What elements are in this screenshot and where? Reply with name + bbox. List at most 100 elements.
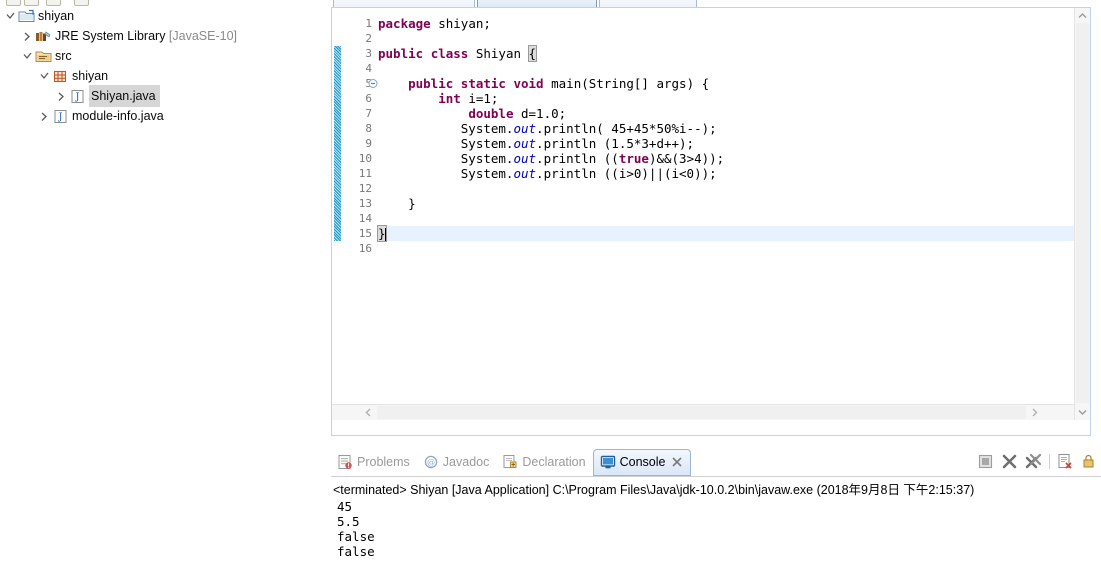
tree-item-label: src [55,49,72,63]
chevron-right-icon[interactable] [1026,405,1043,420]
code-token: true [618,151,649,166]
chevron-right-icon[interactable] [19,26,35,46]
editor-tab-inactive-1[interactable] [333,0,475,7]
code-token: .println (1.5*3+d++); [536,136,695,151]
code-token: i=1; [460,91,499,106]
console-output-line: 5.5 [337,514,360,529]
code-token: out [513,166,537,181]
remove-launch-button[interactable] [1001,453,1018,470]
code-line-6[interactable]: int i=1; [378,91,498,106]
tree-item-src[interactable]: src [0,46,330,66]
chevron-down-icon[interactable] [2,6,18,26]
tree-item-jre-system-library[interactable]: JRE System Library [JavaSE-10] [0,26,330,46]
code-line-1[interactable]: package shiyan; [378,16,491,31]
project-explorer-view: shiyan JRE System Library [JavaSE-10] src s… [0,0,330,578]
code-line-13[interactable]: } [378,196,416,211]
code-token: double [468,106,514,121]
console-toolbar[interactable] [977,450,1101,472]
tree-item-label: module-info.java [72,109,164,123]
code-line-5[interactable]: public static void main(String[] args) { [378,76,709,91]
tree-item-sublabel: [JavaSE-10] [165,29,238,43]
code-token: .println (( [536,151,619,166]
editor-tab-strip[interactable] [331,0,1091,7]
code-token: package [378,16,431,31]
chevron-left-icon[interactable] [360,405,377,420]
remove-all-launches-button[interactable] [1025,453,1042,470]
vscroll-thumb[interactable] [1076,23,1089,403]
console-output-text: 45 5.5 false false [337,499,375,559]
tree-item-label-box: module-info.java [72,106,164,126]
editor-vertical-scrollbar[interactable] [1074,8,1090,420]
code-line-11[interactable]: System.out.println ((i>0)||(i<0)); [378,166,717,181]
line-number: 4 [365,62,372,75]
code-token: .println ((i>0)||(i<0)); [536,166,717,181]
tree-item-label-box: src [55,46,72,66]
line-number-gutter[interactable]: 12345678910111213141516 [341,8,375,420]
code-line-7[interactable]: double d=1.0; [378,106,566,121]
console-output-panel[interactable]: <terminated> Shiyan [Java Application] C… [331,476,1101,579]
toolbar-separator [1049,453,1050,469]
code-line-9[interactable]: System.out.println (1.5*3+d++); [378,136,694,151]
tree-item-label: JRE System Library [55,29,166,43]
chevron-down-icon[interactable] [19,46,35,66]
source-folder-icon [35,48,53,64]
console-icon [600,454,617,470]
current-line-highlight [378,226,1076,241]
code-line-3[interactable]: public class Shiyan { [378,45,538,62]
code-fold-collapse-icon[interactable] [368,76,378,91]
code-line-15[interactable]: } [377,225,387,242]
java-editor[interactable]: 12345678910111213141516 package shiyan;p… [331,7,1091,436]
tree-item-shiyan-java[interactable]: J Shiyan.java [0,85,330,107]
console-output-line: false [337,544,375,559]
code-token: System. [378,151,514,166]
chevron-right-icon[interactable] [53,86,69,106]
console-view-tabs[interactable]: Problems @ Javadoc Declaration Console [331,448,692,476]
view-tab-declaration[interactable]: Declaration [496,449,592,475]
code-token: Shiyan [468,46,529,61]
code-token: public [408,76,454,91]
chevron-down-icon[interactable] [36,66,52,86]
editor-horizontal-scrollbar[interactable] [332,404,1076,420]
close-icon[interactable] [671,456,683,468]
chevron-down-icon[interactable] [1075,405,1090,420]
eclipse-workbench: shiyan JRE System Library [JavaSE-10] src s… [0,0,1101,579]
package-icon [52,68,70,84]
line-number: 16 [358,242,372,255]
line-number: 10 [358,152,372,165]
tree-item-label-box: shiyan [72,66,108,86]
code-token: static [460,76,506,91]
terminate-button[interactable] [977,453,994,470]
source-code[interactable]: package shiyan; public class Shiyan { pub… [377,8,1076,420]
hscroll-thumb[interactable] [377,406,1026,419]
scroll-lock-button[interactable] [1081,453,1098,470]
line-number: 12 [358,182,372,195]
console-terminated-line: <terminated> Shiyan [Java Application] C… [333,483,975,497]
project-tree[interactable]: shiyan JRE System Library [JavaSE-10] src s… [0,6,330,126]
code-token: int [438,91,461,106]
tree-item-label: shiyan [72,69,109,83]
tree-item-module-info-java[interactable]: Jmodule-info.java [0,106,330,126]
code-line-8[interactable]: System.out.println( 45+45*50%i--); [378,121,717,136]
view-tab-problems[interactable]: Problems [331,449,417,475]
view-tab-javadoc[interactable]: @ Javadoc [417,449,497,475]
library-icon [35,28,53,44]
code-token: d=1.0; [513,106,567,121]
editor-tab-inactive-2[interactable] [599,0,697,7]
editor-tab-shiyan-java[interactable] [477,0,597,7]
declaration-icon [502,454,519,470]
chevron-right-icon[interactable] [36,106,52,126]
code-token: } [378,196,416,211]
clear-console-button[interactable] [1057,453,1074,470]
chevron-up-icon[interactable] [1075,8,1090,23]
editor-text-canvas[interactable]: 12345678910111213141516 package shiyan;p… [332,8,1076,420]
code-line-10[interactable]: System.out.println ((true)&&(3>4)); [378,151,724,166]
code-token: )&&(3>4)); [648,151,725,166]
view-tab-console[interactable]: Console [592,448,692,476]
code-token: class [430,46,469,61]
tree-item-shiyan[interactable]: shiyan [0,6,330,26]
tree-item-shiyan[interactable]: shiyan [0,66,330,86]
code-token: shiyan; [430,16,491,31]
code-token: out [513,151,537,166]
